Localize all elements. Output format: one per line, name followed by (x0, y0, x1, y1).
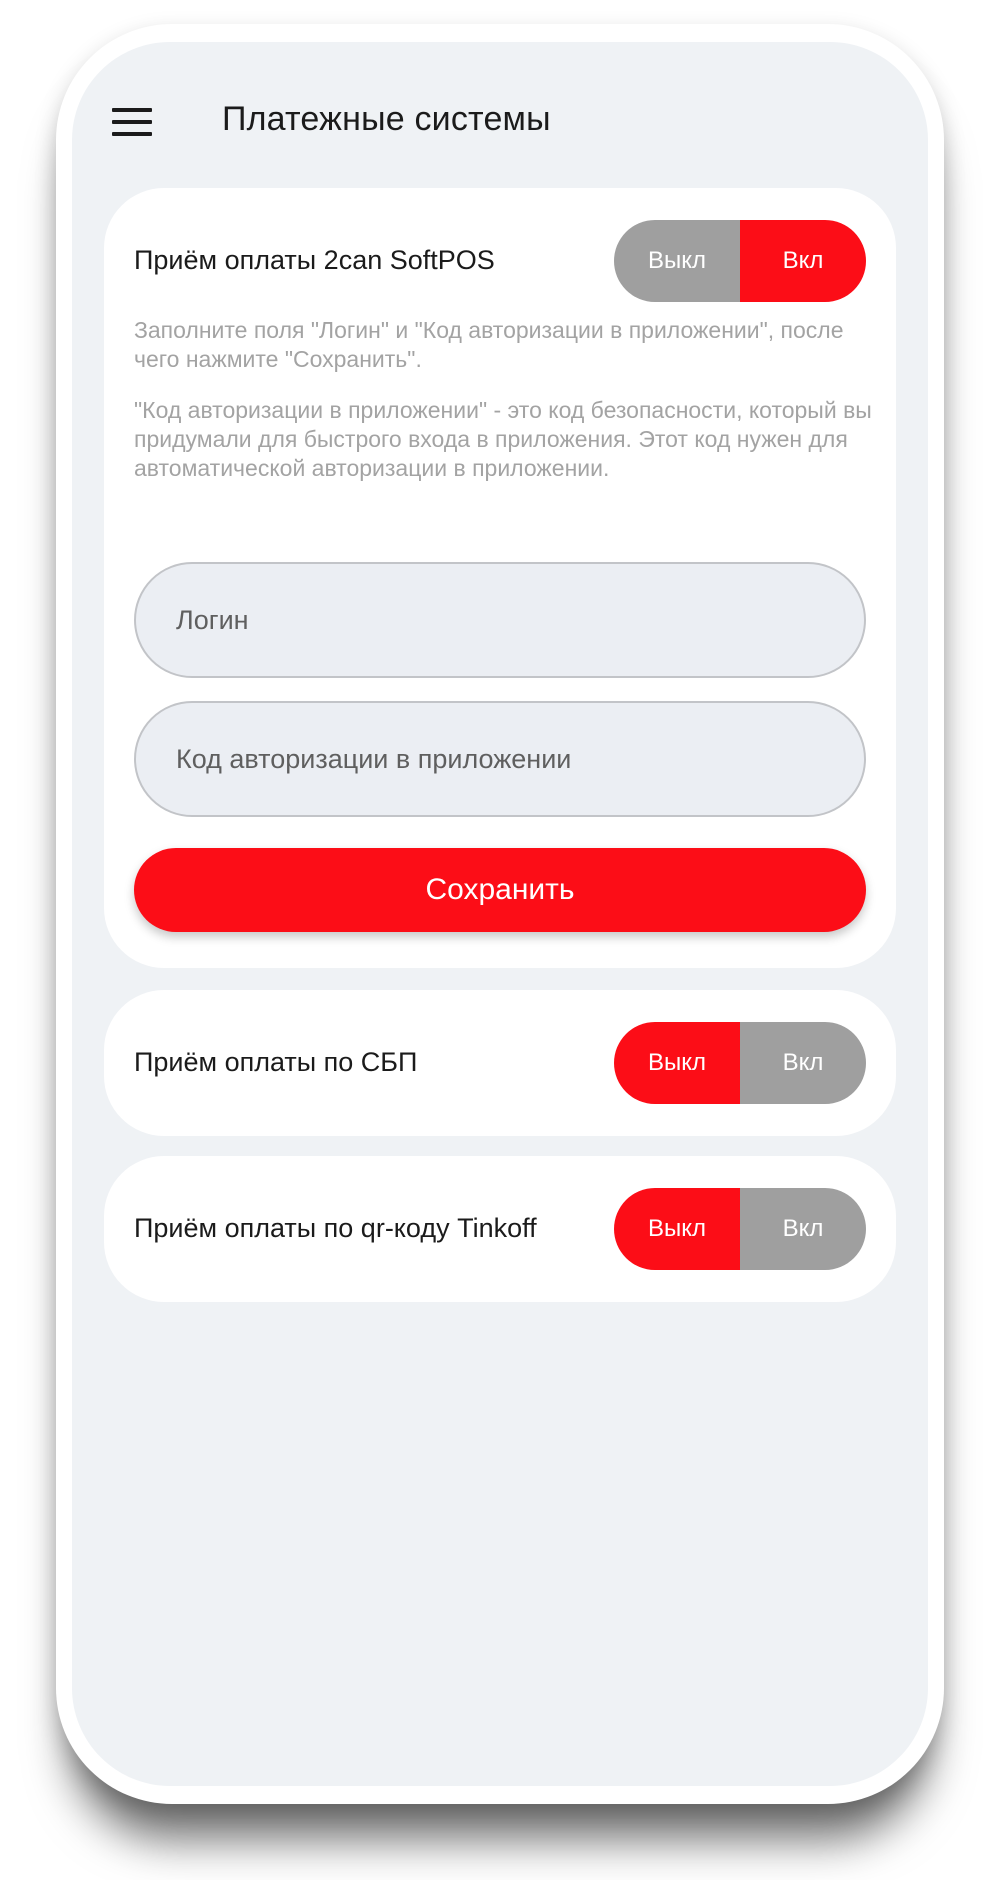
sbp-card: Приём оплаты по СБП Выкл Вкл (104, 990, 896, 1136)
save-button[interactable]: Сохранить (134, 848, 866, 932)
softpos-hint-fill-fields: Заполните поля "Логин" и "Код авторизаци… (134, 317, 844, 372)
softpos-toggle-off[interactable]: Выкл (614, 220, 740, 302)
softpos-toggle-on[interactable]: Вкл (740, 220, 866, 302)
menu-line (112, 132, 152, 136)
sbp-toggle[interactable]: Выкл Вкл (614, 1022, 866, 1104)
qr-tinkoff-toggle-on[interactable]: Вкл (740, 1188, 866, 1270)
qr-tinkoff-title: Приём оплаты по qr-коду Tinkoff (134, 1213, 537, 1243)
menu-line (112, 108, 152, 112)
softpos-toggle[interactable]: Выкл Вкл (614, 220, 866, 302)
softpos-title: Приём оплаты 2can SoftPOS (134, 245, 495, 275)
sbp-title: Приём оплаты по СБП (134, 1047, 418, 1077)
qr-tinkoff-card: Приём оплаты по qr-коду Tinkoff Выкл Вкл (104, 1156, 896, 1302)
app-bar: Платежные системы (72, 42, 928, 162)
softpos-hint-auth-code: "Код авторизации в приложении" - это код… (134, 397, 872, 481)
softpos-card: Приём оплаты 2can SoftPOS Выкл Вкл Запол… (104, 188, 896, 968)
phone-frame: Платежные системы Приём оплаты 2can Soft… (56, 24, 944, 1804)
qr-tinkoff-toggle-off[interactable]: Выкл (614, 1188, 740, 1270)
app-screen: Платежные системы Приём оплаты 2can Soft… (72, 42, 928, 1786)
sbp-toggle-off[interactable]: Выкл (614, 1022, 740, 1104)
menu-line (112, 120, 152, 124)
page-title: Платежные системы (222, 100, 551, 138)
auth-code-input[interactable] (134, 701, 866, 817)
login-input[interactable] (134, 562, 866, 678)
hamburger-menu-icon[interactable] (112, 108, 152, 136)
qr-tinkoff-toggle[interactable]: Выкл Вкл (614, 1188, 866, 1270)
sbp-toggle-on[interactable]: Вкл (740, 1022, 866, 1104)
